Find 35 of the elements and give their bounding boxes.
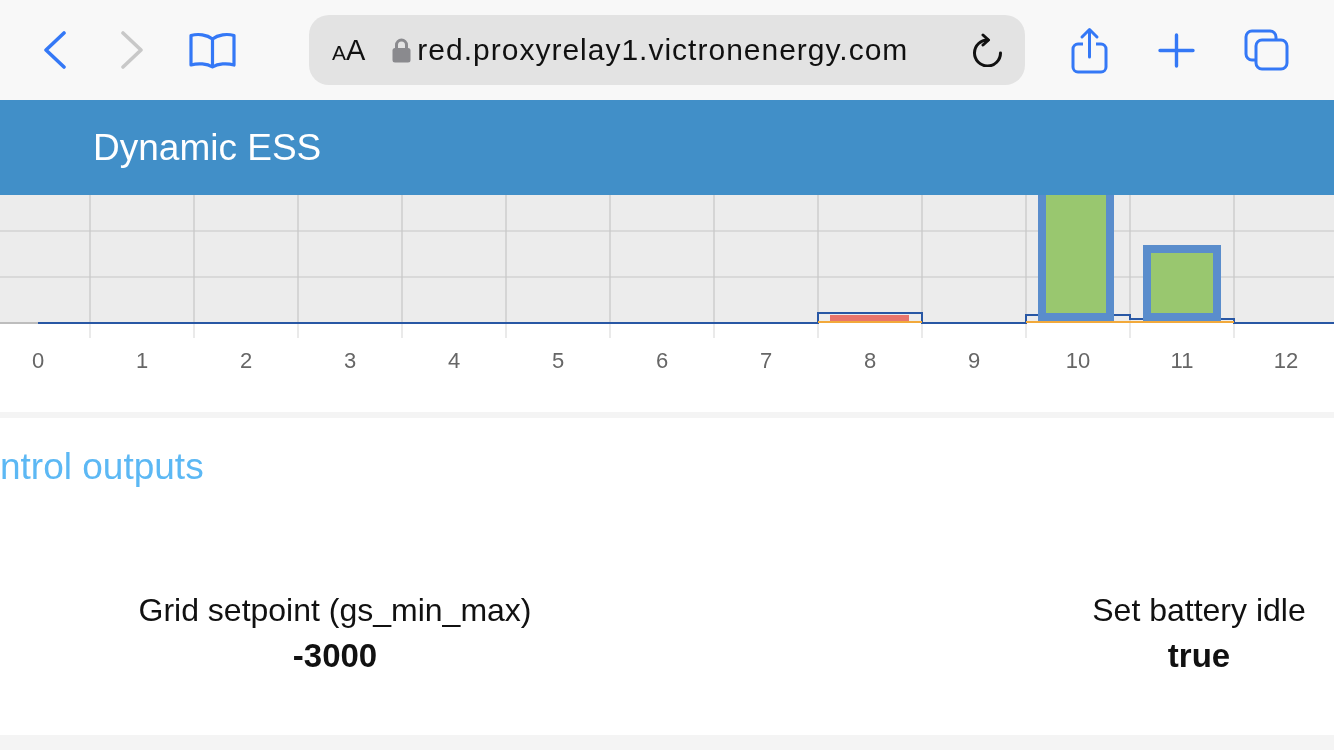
axis-label: 1 xyxy=(135,348,149,373)
chevron-left-icon xyxy=(43,31,67,69)
output-value: true xyxy=(1167,636,1231,676)
reload-icon xyxy=(971,33,1003,67)
axis-label: 11 xyxy=(1170,348,1194,373)
reload-button[interactable] xyxy=(971,33,1003,67)
text-size-button[interactable]: AA xyxy=(332,35,366,65)
chevron-right-icon xyxy=(120,31,144,69)
bookmarks-button[interactable] xyxy=(189,31,236,69)
new-tab-button[interactable] xyxy=(1158,32,1195,68)
axis-label: 5 xyxy=(551,348,565,373)
axis-label: 12 xyxy=(1273,348,1299,373)
axis-label: 4 xyxy=(447,348,461,373)
axis-label: 0 xyxy=(31,348,45,373)
book-icon xyxy=(189,31,236,69)
section-heading: ntrol outputs xyxy=(0,445,204,489)
axis-label: 7 xyxy=(759,348,773,373)
share-icon xyxy=(1071,26,1108,74)
share-button[interactable] xyxy=(1071,26,1108,74)
axis-label: 2 xyxy=(239,348,253,373)
address-bar[interactable]: AA red.proxyrelay1.victronenergy.com xyxy=(309,15,1025,85)
plus-icon xyxy=(1158,32,1195,68)
tabs-button[interactable] xyxy=(1244,29,1289,71)
output-label: Grid setpoint (gs_min_max) xyxy=(138,591,532,629)
axis-label: 8 xyxy=(863,348,877,373)
axis-label: 9 xyxy=(967,348,981,373)
output-value: -3000 xyxy=(292,636,378,676)
page-title: Dynamic ESS xyxy=(93,125,322,170)
axis-label: 3 xyxy=(343,348,357,373)
url-text: red.proxyrelay1.victronenergy.com xyxy=(417,33,909,67)
output-label: Set battery idle xyxy=(1092,591,1306,629)
axis-label: 6 xyxy=(655,348,669,373)
tabs-icon xyxy=(1244,29,1289,71)
axis-label: 10 xyxy=(1065,348,1091,373)
back-button[interactable] xyxy=(43,31,67,69)
